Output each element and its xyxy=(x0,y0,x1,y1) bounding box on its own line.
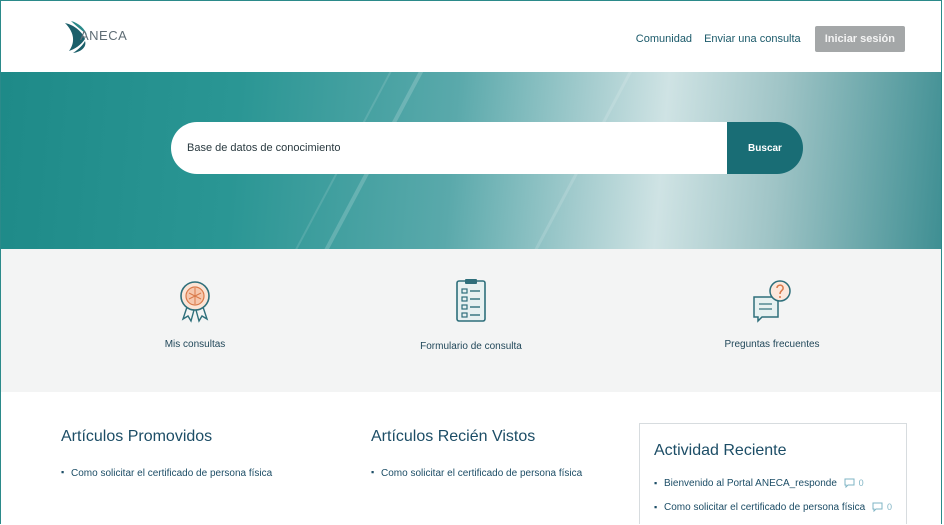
section-title: Artículos Promovidos xyxy=(61,428,213,445)
quick-access-tiles: Mis consultas Formulario de consulta Pre… xyxy=(1,249,941,392)
article-list: Como solicitar el certificado de persona… xyxy=(371,467,582,479)
search-button[interactable]: Buscar xyxy=(727,122,803,174)
article-link[interactable]: Como solicitar el certificado de persona… xyxy=(371,467,582,479)
section-title: Actividad Reciente xyxy=(654,442,787,459)
award-badge-icon xyxy=(180,281,210,323)
comment-count: 0 xyxy=(858,478,864,488)
comment-count: 0 xyxy=(886,502,892,512)
page: ANECA Comunidad Enviar una consulta Inic… xyxy=(0,0,942,524)
article-list: Como solicitar el certificado de persona… xyxy=(61,467,272,479)
tile-label: Formulario de consulta xyxy=(420,341,522,352)
hero-banner: Buscar xyxy=(1,72,941,249)
top-header: ANECA Comunidad Enviar una consulta Inic… xyxy=(1,0,941,73)
activity-item[interactable]: Como solicitar el certificado de persona… xyxy=(654,500,892,515)
tile-mis-consultas[interactable]: Mis consultas xyxy=(95,279,295,350)
nav-link-comunidad[interactable]: Comunidad xyxy=(636,33,692,45)
logo-text: ANECA xyxy=(80,28,128,43)
tile-formulario-consulta[interactable]: Formulario de consulta xyxy=(371,279,571,352)
faq-chat-icon xyxy=(753,280,791,323)
recently-viewed-articles: Artículos Recién Vistos Como solicitar e… xyxy=(371,428,582,489)
tile-label: Mis consultas xyxy=(164,339,226,350)
activity-list: Bienvenido al Portal ANECA_responde 0 Co… xyxy=(654,476,892,515)
comment-icon xyxy=(844,478,855,488)
activity-link[interactable]: Como solicitar el certificado de persona… xyxy=(664,502,865,513)
nav-link-enviar-consulta[interactable]: Enviar una consulta xyxy=(704,33,801,45)
activity-link[interactable]: Bienvenido al Portal ANECA_responde xyxy=(664,478,837,489)
comment-icon xyxy=(872,502,883,512)
header-nav: Comunidad Enviar una consulta Iniciar se… xyxy=(636,26,905,52)
knowledge-search: Buscar xyxy=(171,122,803,174)
search-input[interactable] xyxy=(171,122,727,174)
recent-activity-panel: Actividad Reciente Bienvenido al Portal … xyxy=(639,423,907,524)
login-button[interactable]: Iniciar sesión xyxy=(814,26,905,52)
tile-preguntas-frecuentes[interactable]: Preguntas frecuentes xyxy=(672,279,872,350)
form-checklist-icon xyxy=(456,279,486,322)
article-link[interactable]: Como solicitar el certificado de persona… xyxy=(61,467,272,479)
promoted-articles: Artículos Promovidos Como solicitar el c… xyxy=(61,428,272,489)
activity-item[interactable]: Bienvenido al Portal ANECA_responde 0 xyxy=(654,476,892,491)
section-title: Artículos Recién Vistos xyxy=(371,428,536,445)
tile-label: Preguntas frecuentes xyxy=(724,339,820,350)
